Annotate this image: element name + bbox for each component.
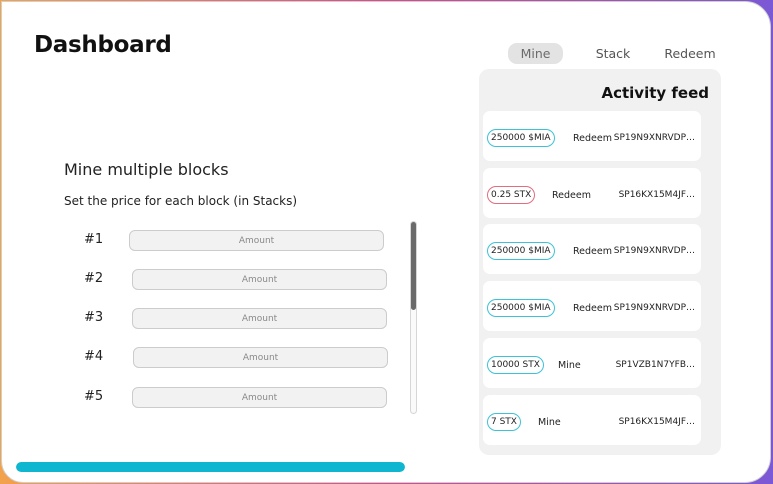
block-row-5: #5 bbox=[84, 387, 388, 409]
amount-badge: 7 STX bbox=[487, 413, 521, 431]
feed-address: SP19N9XNRVDP… bbox=[613, 246, 695, 256]
amount-badge: 250000 $MIA bbox=[487, 242, 555, 260]
progress-bar-fill bbox=[16, 462, 405, 472]
block-label: #4 bbox=[84, 349, 104, 364]
dashboard-card: Dashboard Mine Stack Redeem Mine multipl… bbox=[1, 1, 771, 483]
block-row-2: #2 bbox=[84, 269, 388, 291]
amount-input-1[interactable] bbox=[129, 230, 384, 251]
feed-address: SP16KX15M4JF… bbox=[618, 417, 695, 427]
feed-action: Mine bbox=[558, 360, 581, 371]
tab-bar: Mine Stack Redeem bbox=[508, 43, 728, 65]
feed-address: SP19N9XNRVDP… bbox=[613, 133, 695, 143]
activity-feed-title: Activity feed bbox=[601, 84, 709, 102]
block-label: #2 bbox=[84, 271, 104, 286]
feed-action: Redeem bbox=[573, 246, 612, 257]
feed-item[interactable]: 0.25 STX Redeem SP16KX15M4JF… bbox=[483, 168, 701, 218]
feed-item[interactable]: 250000 $MIA Redeem SP19N9XNRVDP… bbox=[483, 281, 701, 331]
amount-input-4[interactable] bbox=[133, 347, 388, 368]
block-label: #3 bbox=[84, 310, 104, 325]
tab-mine[interactable]: Mine bbox=[508, 43, 563, 64]
mine-section-subtitle: Set the price for each block (in Stacks) bbox=[64, 194, 298, 208]
amount-badge: 0.25 STX bbox=[487, 186, 536, 204]
amount-input-3[interactable] bbox=[132, 308, 387, 329]
feed-address: SP1VZB1N7YFB… bbox=[615, 360, 695, 370]
feed-address: SP16KX15M4JF… bbox=[618, 190, 695, 200]
feed-address: SP19N9XNRVDP… bbox=[613, 303, 695, 313]
amount-input-5[interactable] bbox=[132, 387, 387, 408]
block-row-3: #3 bbox=[84, 308, 388, 330]
activity-feed: Activity feed 250000 $MIA Redeem SP19N9X… bbox=[479, 69, 721, 455]
feed-item[interactable]: 250000 $MIA Redeem SP19N9XNRVDP… bbox=[483, 224, 701, 274]
feed-action: Redeem bbox=[573, 133, 612, 144]
feed-action: Redeem bbox=[552, 190, 591, 201]
block-row-4: #4 bbox=[84, 347, 388, 369]
progress-bar bbox=[16, 462, 405, 472]
feed-item[interactable]: 250000 $MIA Redeem SP19N9XNRVDP… bbox=[483, 111, 701, 161]
feed-item[interactable]: 10000 STX Mine SP1VZB1N7YFB… bbox=[483, 338, 701, 388]
tab-stack[interactable]: Stack bbox=[587, 43, 639, 64]
amount-badge: 10000 STX bbox=[487, 356, 544, 374]
scrollbar-thumb[interactable] bbox=[411, 222, 416, 310]
amount-input-2[interactable] bbox=[132, 269, 387, 290]
feed-action: Mine bbox=[538, 417, 561, 428]
feed-action: Redeem bbox=[573, 303, 612, 314]
amount-badge: 250000 $MIA bbox=[487, 129, 555, 147]
block-label: #1 bbox=[84, 232, 104, 247]
block-label: #5 bbox=[84, 389, 104, 404]
mine-section-title: Mine multiple blocks bbox=[64, 160, 229, 179]
page-title: Dashboard bbox=[34, 32, 172, 58]
blocks-scrollbar[interactable] bbox=[410, 221, 417, 414]
block-row-1: #1 bbox=[84, 230, 384, 252]
feed-item[interactable]: 7 STX Mine SP16KX15M4JF… bbox=[483, 395, 701, 445]
tab-redeem[interactable]: Redeem bbox=[657, 43, 723, 64]
amount-badge: 250000 $MIA bbox=[487, 299, 555, 317]
